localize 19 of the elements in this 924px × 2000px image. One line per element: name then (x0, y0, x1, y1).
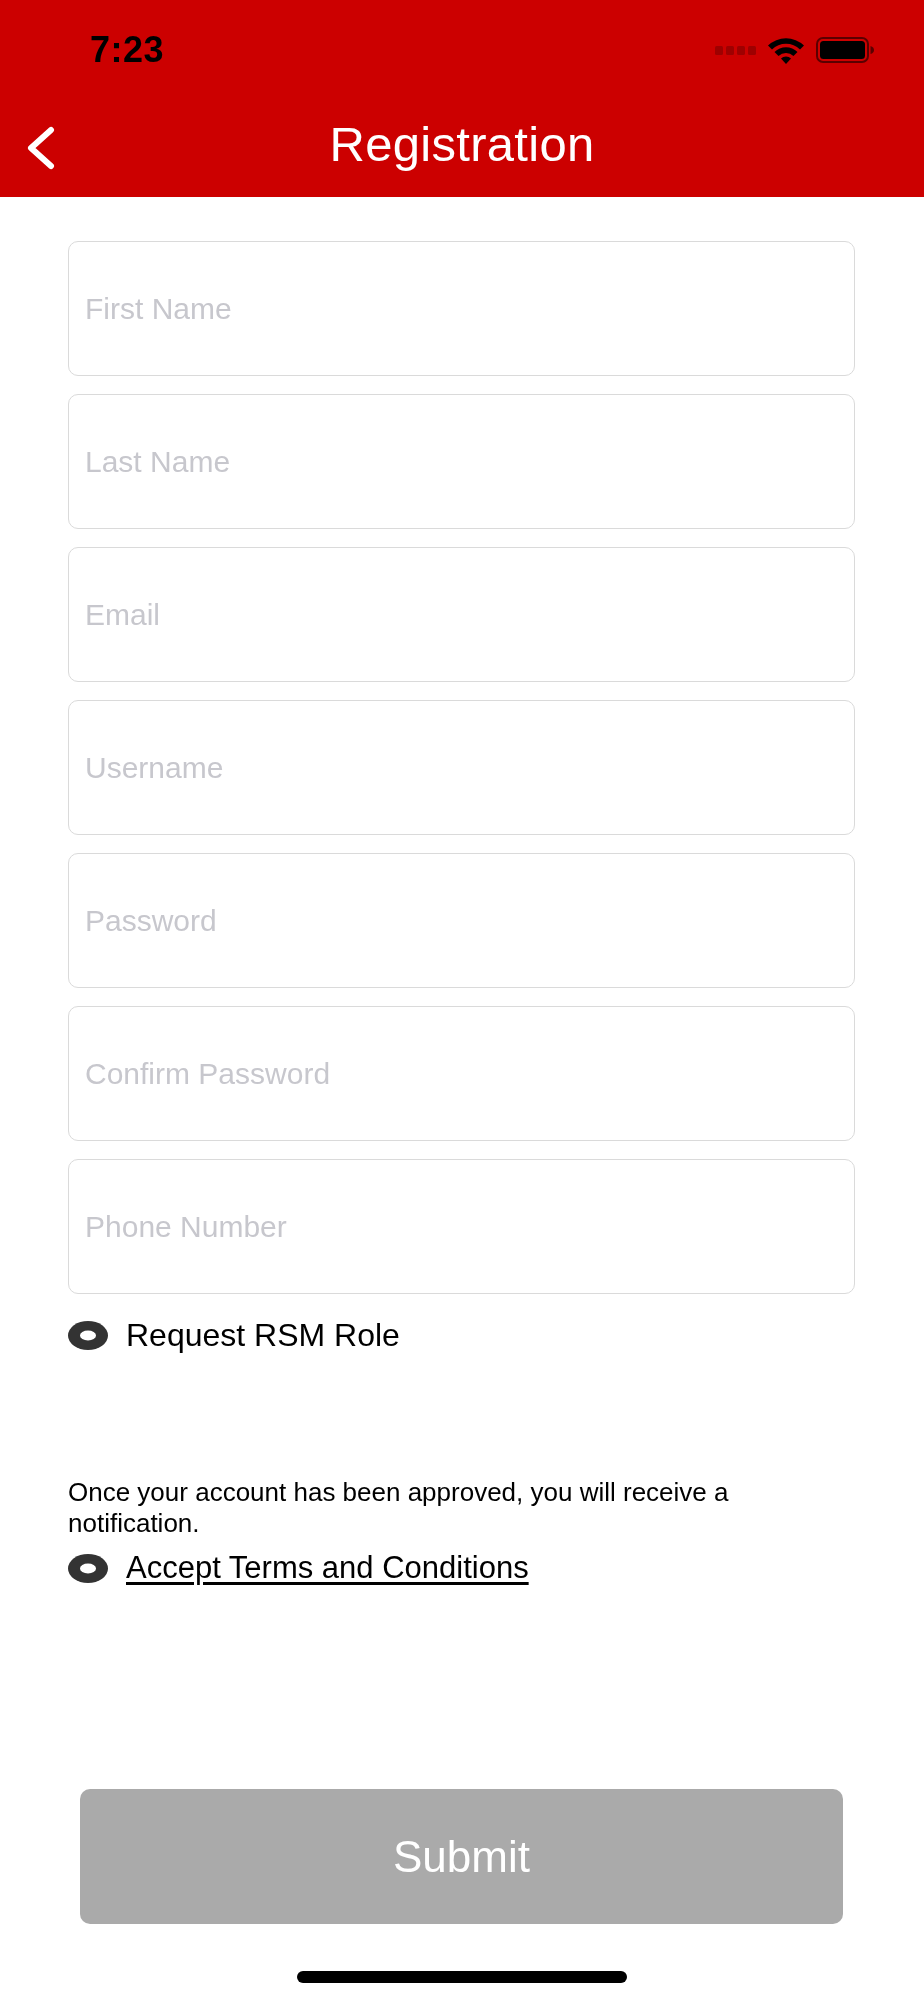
battery-icon (816, 37, 874, 63)
input-field[interactable]: Last Name (68, 394, 855, 529)
input-field[interactable]: Password (68, 853, 855, 988)
option-label: Request RSM Role (126, 1316, 400, 1354)
signal-icon (715, 45, 756, 55)
chevron-left-icon (25, 126, 57, 170)
checkbox-icon[interactable] (68, 1320, 108, 1350)
status-time: 7:23 (90, 29, 165, 71)
input-field[interactable]: Username (68, 700, 855, 835)
approval-note: Once your account has been approved, you will receive a notification. (68, 1477, 730, 1539)
checkbox-icon[interactable] (68, 1553, 108, 1583)
terms-link[interactable]: Accept Terms and Conditions (126, 1550, 529, 1586)
input-field[interactable]: Confirm Password (68, 1006, 855, 1141)
input-field[interactable]: Email (68, 547, 855, 682)
wifi-icon (768, 36, 804, 64)
input-field[interactable]: First Name (68, 241, 855, 376)
input-field[interactable]: Phone Number (68, 1159, 855, 1294)
back-button[interactable] (25, 126, 57, 170)
screen-title: Registration (329, 115, 595, 172)
